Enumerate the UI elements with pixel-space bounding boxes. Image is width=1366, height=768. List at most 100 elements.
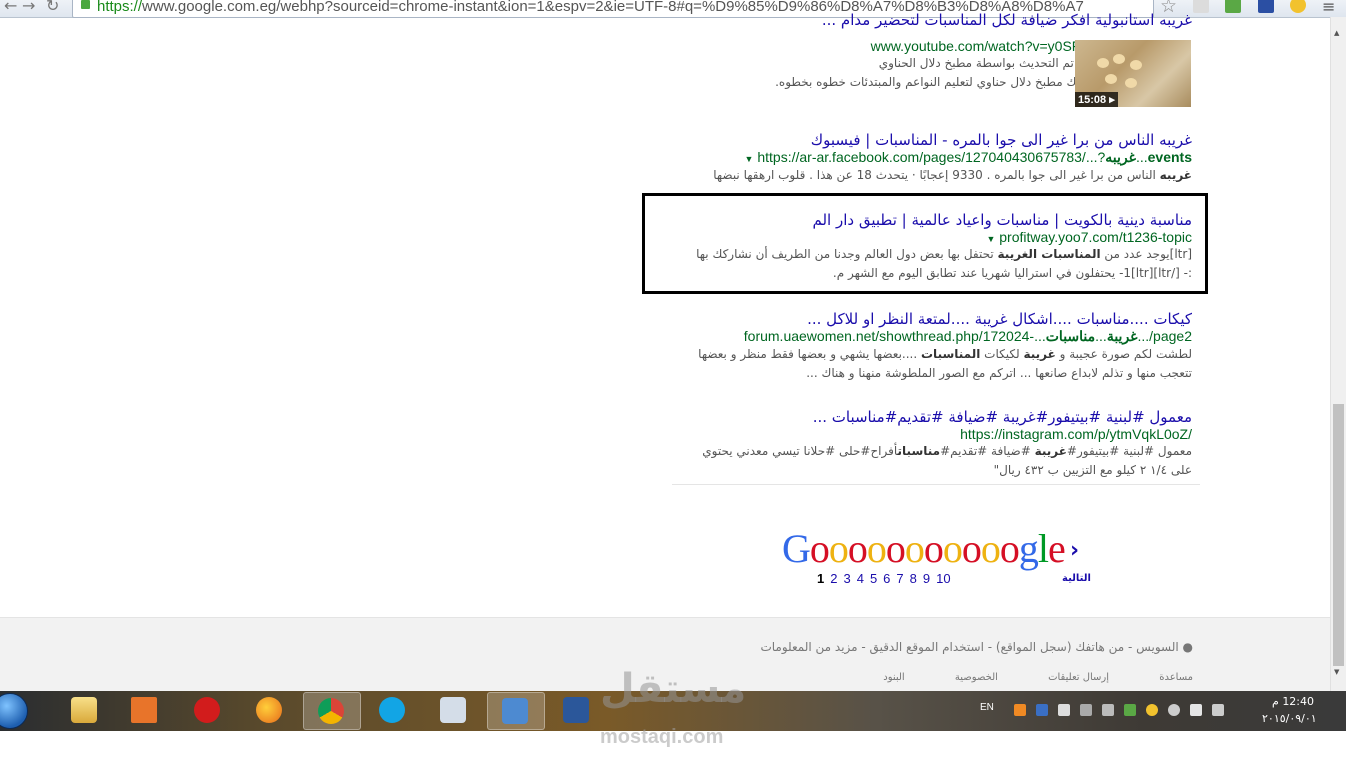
result-url[interactable]: ▼ https://ar-ar.facebook.com/pages/12704… <box>672 149 1192 166</box>
taskbar-remote[interactable] <box>426 692 482 728</box>
system-tray: EN 12:40 م ٢٠١٥/٠٩/٠١ <box>972 691 1346 731</box>
result-title[interactable]: مناسبة دينية بالكويت | مناسبات واعياد عا… <box>672 211 1193 229</box>
taskbar-firefox[interactable] <box>242 692 298 728</box>
extension-icon[interactable] <box>1290 0 1306 13</box>
result-title[interactable]: غريبه استانبولية افكر ضيافة لكل المناسبا… <box>672 11 1192 29</box>
snippet-text: ....بعضها يشهي و بعضها فقط منظر و بعضها <box>698 347 921 361</box>
page-link-3[interactable]: 3 <box>843 571 850 586</box>
reload-icon[interactable]: ↻ <box>46 0 59 15</box>
minus-circle-icon[interactable] <box>1168 704 1180 716</box>
page-link-5[interactable]: 5 <box>870 571 877 586</box>
vertical-scrollbar[interactable]: ▲ ▼ <box>1330 17 1346 691</box>
taskbar-skype[interactable] <box>365 692 421 728</box>
skype-icon <box>379 697 405 723</box>
start-button[interactable] <box>0 693 28 729</box>
snippet-text: لطشت لكم صورة عجيبة و <box>1055 347 1192 361</box>
footer-links: مساعدة إرسال تعليقات الخصوصية البنود <box>836 672 1193 683</box>
control-panel-icon <box>502 698 528 724</box>
page-link-4[interactable]: 4 <box>857 571 864 586</box>
scrollbar-thumb[interactable] <box>1333 404 1344 666</box>
windows-icon[interactable] <box>1190 704 1202 716</box>
page-link-8[interactable]: 8 <box>910 571 917 586</box>
volume-icon[interactable] <box>1212 704 1224 716</box>
next-arrow-icon[interactable]: › <box>1070 538 1079 563</box>
snippet-text: الناس من برا غير الى جوا بالمره . 9330 إ… <box>713 168 1160 182</box>
clock-date[interactable]: ٢٠١٥/٠٩/٠١ <box>1262 712 1317 725</box>
caret-down-icon[interactable]: ▼ <box>745 154 754 164</box>
url-bold: غريبة <box>1106 328 1138 344</box>
logo-letter: o <box>961 526 982 571</box>
url-bold: غريبه <box>1105 149 1136 165</box>
footer-link-feedback[interactable]: إرسال تعليقات <box>1048 672 1109 683</box>
scroll-down-icon[interactable]: ▼ <box>1334 668 1339 676</box>
page-link-9[interactable]: 9 <box>923 571 930 586</box>
url-part: forum.uaewomen.net/showthread.php/172024… <box>743 328 1046 344</box>
result-snippet: معمول #لبنية #بيتيفور#غريبة #ضيافة #تقدي… <box>672 442 1192 461</box>
media-player-icon <box>131 697 157 723</box>
footer-link-privacy[interactable]: الخصوصية <box>955 672 998 683</box>
notification-badge-icon[interactable] <box>1146 704 1158 716</box>
search-result: غريبه الناس من برا غير الى جوا بالمره - … <box>672 131 1192 185</box>
page-numbers: 1 2 3 4 5 6 7 8 9 10 <box>817 571 957 586</box>
logo-letter: g <box>1018 526 1039 571</box>
forward-icon[interactable]: → <box>22 0 35 15</box>
caret-down-icon[interactable]: ▼ <box>986 234 995 244</box>
extension-icon[interactable] <box>1193 0 1209 13</box>
snippet-text: أفراح#حلى #حلانا تيسي معدني يحتوي <box>702 444 898 458</box>
snippet-bold: غريبه <box>1159 168 1192 182</box>
lock-icon <box>81 0 90 9</box>
snippet-bold: مناسبات <box>897 444 941 458</box>
footer-link-terms[interactable]: البنود <box>883 672 904 683</box>
taskbar-word[interactable] <box>549 692 605 728</box>
taskbar-chrome[interactable] <box>303 692 361 730</box>
logo-letter: o <box>942 526 963 571</box>
taskbar-media-player[interactable] <box>117 692 173 728</box>
logo-letter: o <box>809 526 830 571</box>
snippet-text: #ضيافة #تقديم# <box>940 444 1035 458</box>
snippet-bold: المناسبات <box>921 347 981 361</box>
signal-icon[interactable] <box>1080 704 1092 716</box>
result-url[interactable]: ▼ profitway.yoo7.com/t1236-topic <box>672 229 1192 245</box>
menu-icon[interactable]: ≡ <box>1322 0 1335 16</box>
search-result: كيكات ....مناسبات ....اشكال غريبة ....لم… <box>672 310 1192 383</box>
taskbar-opera[interactable] <box>180 692 236 728</box>
logo-letter: o <box>828 526 849 571</box>
tray-app-icon[interactable] <box>1014 704 1026 716</box>
url-bold: مناسبات <box>1045 328 1096 344</box>
result-title[interactable]: كيكات ....مناسبات ....اشكال غريبة ....لم… <box>672 310 1192 328</box>
taskbar-explorer[interactable] <box>57 692 113 728</box>
result-title[interactable]: غريبه الناس من برا غير الى جوا بالمره - … <box>672 131 1192 149</box>
footer-location[interactable]: ● السويس - من هاتفك (سجل المواقع) - استخ… <box>760 640 1193 654</box>
result-url[interactable]: forum.uaewomen.net/showthread.php/172024… <box>672 328 1192 345</box>
network-window-icon <box>440 697 466 723</box>
clock-time[interactable]: 12:40 م <box>1272 695 1314 708</box>
folder-icon <box>71 697 97 723</box>
result-title[interactable]: معمول #لبنية #بيتيفور#غريبة #ضيافة #تقدي… <box>672 408 1192 426</box>
watermark-logo: مستقل <box>600 666 747 712</box>
taskbar-control-panel[interactable] <box>487 692 545 730</box>
url-part: .../page2 <box>1137 328 1193 344</box>
network-icon[interactable] <box>1102 704 1114 716</box>
firefox-icon <box>256 697 282 723</box>
url-bold: events <box>1147 149 1192 165</box>
result-url[interactable]: https://instagram.com/p/ytmVqkL0oZ/ <box>672 426 1192 442</box>
video-thumbnail[interactable]: 15:08 ▸ <box>1075 40 1191 107</box>
page-link-10[interactable]: 10 <box>936 571 950 586</box>
page-link-7[interactable]: 7 <box>896 571 903 586</box>
language-indicator[interactable]: EN <box>980 702 994 713</box>
flag-icon[interactable] <box>1058 704 1070 716</box>
extension-icon[interactable] <box>1258 0 1274 13</box>
back-icon[interactable]: ← <box>4 0 17 15</box>
page-link-6[interactable]: 6 <box>883 571 890 586</box>
snippet-text: معمول #لبنية #بيتيفور# <box>1066 444 1192 458</box>
bluetooth-icon[interactable] <box>1036 704 1048 716</box>
page-link-2[interactable]: 2 <box>830 571 837 586</box>
extension-icon[interactable] <box>1225 0 1241 13</box>
scroll-up-icon[interactable]: ▲ <box>1334 29 1339 37</box>
footer-link-help[interactable]: مساعدة <box>1159 672 1193 683</box>
next-page-link[interactable]: التالية <box>1062 573 1091 584</box>
search-result: غريبه استانبولية افكر ضيافة لكل المناسبا… <box>672 11 1192 29</box>
logo-letter: o <box>866 526 887 571</box>
color-app-icon[interactable] <box>1124 704 1136 716</box>
video-duration: 15:08 ▸ <box>1075 92 1118 107</box>
